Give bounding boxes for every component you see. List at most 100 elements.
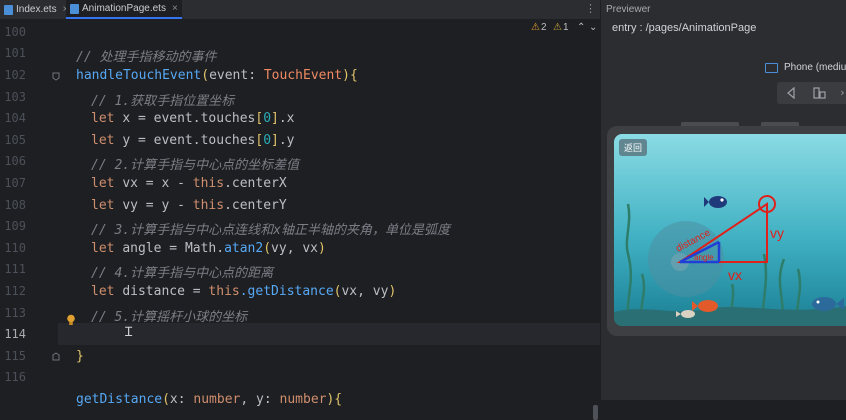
prop: .y	[278, 133, 295, 148]
back-arrow-icon[interactable]	[785, 87, 797, 99]
weak-warning-icon[interactable]: ⚠	[553, 22, 562, 33]
phone-icon	[765, 62, 778, 73]
keyword: let	[91, 111, 115, 126]
expr: event.touches	[153, 111, 256, 126]
param: event	[209, 68, 249, 83]
keyword: this	[192, 198, 225, 213]
previewer-panel: Previewer entry : /pages/AnimationPage P…	[600, 0, 846, 400]
device-name: Phone (mediu	[784, 62, 846, 73]
previewer-route: entry : /pages/AnimationPage	[612, 22, 757, 34]
line-number: 100	[4, 25, 26, 39]
code-line: handleTouchEvent(event: TouchEvent){	[76, 68, 358, 83]
code-comment: // 4.计算手指与中心点的距离	[91, 266, 274, 281]
code-line: let distance = this.getDistance(vx, vy)	[91, 284, 397, 299]
var: angle	[122, 241, 162, 256]
prop: .centerY	[224, 198, 287, 213]
editor-tab-bar: Index.ets × AnimationPage.ets × ⋮	[0, 0, 600, 20]
object: Math.	[184, 241, 225, 256]
var: x	[122, 111, 131, 126]
tab-label: AnimationPage.ets	[82, 3, 166, 14]
vy-label: vy	[770, 225, 784, 241]
args: vy, vx	[271, 241, 319, 256]
chevron-up-icon[interactable]: ⌃	[577, 22, 585, 33]
code-editor[interactable]: ⚠ 2 ⚠ 1 ⌃ ⌄ 100 101 102 103 104 105 106 …	[0, 20, 600, 420]
device-selector[interactable]: Phone (mediu	[765, 62, 846, 73]
line-number-gutter: 100 101 102 103 104 105 106 107 108 109 …	[0, 20, 75, 400]
var: vx	[122, 176, 138, 191]
line-number: 116	[4, 370, 26, 384]
line-number: 111	[4, 262, 26, 276]
var: vy	[122, 198, 138, 213]
close-icon[interactable]: ×	[172, 3, 178, 14]
code-line: let angle = Math.atan2(vy, vx)	[91, 241, 326, 256]
line-number: 104	[4, 111, 26, 125]
function-name: .getDistance	[239, 284, 334, 299]
warning-count: 2	[541, 22, 547, 33]
line-number: 113	[4, 306, 26, 320]
fold-icon[interactable]	[52, 72, 60, 81]
ocean-scene: distance angle vx vy	[614, 134, 846, 326]
operand: y	[161, 198, 170, 213]
ets-file-icon	[70, 3, 79, 14]
operand: x	[161, 176, 170, 191]
line-number: 114	[4, 327, 26, 341]
code-line: let y = event.touches[0].y	[91, 133, 295, 148]
function-name: handleTouchEvent	[76, 68, 202, 83]
line-number: 106	[4, 154, 26, 168]
line-number: 115	[4, 349, 26, 363]
keyword: let	[91, 198, 115, 213]
fold-icon[interactable]	[52, 352, 60, 361]
line-number: 107	[4, 176, 26, 190]
more-icon[interactable]: ›	[839, 86, 846, 99]
current-line-highlight	[0, 323, 600, 345]
closing-brace: }	[76, 349, 84, 364]
code-comment: // 3.计算手指与中心点连线和x轴正半轴的夹角，单位是弧度	[91, 223, 450, 238]
weak-warning-count: 1	[563, 22, 569, 33]
code-line: let vy = y - this.centerY	[91, 198, 287, 213]
keyword: let	[91, 284, 115, 299]
ets-file-icon	[4, 4, 13, 15]
line-number: 112	[4, 284, 26, 298]
warning-icon[interactable]: ⚠	[531, 22, 540, 33]
back-button[interactable]: 返回	[619, 139, 648, 156]
keyword: let	[91, 176, 115, 191]
line-number: 105	[4, 133, 26, 147]
var: y	[122, 133, 131, 148]
args: vx, vy	[341, 284, 389, 299]
keyword: this	[208, 284, 240, 299]
more-tabs-icon[interactable]: ⋮	[585, 2, 596, 15]
line-number: 110	[4, 241, 26, 255]
var: distance	[122, 284, 185, 299]
text-cursor-icon: Ɪ	[125, 325, 133, 340]
editor-scrollbar[interactable]	[593, 405, 598, 420]
tab-animationpage-ets[interactable]: AnimationPage.ets ×	[66, 0, 182, 19]
function-name: atan2	[224, 241, 264, 256]
prop: .x	[278, 111, 295, 126]
line-number: 108	[4, 198, 26, 212]
chevron-down-icon[interactable]: ⌄	[589, 22, 597, 33]
bulb-icon[interactable]	[66, 314, 76, 326]
number: 0	[263, 133, 272, 148]
tab-label: Index.ets	[16, 4, 57, 15]
keyword: let	[91, 133, 115, 148]
tab-index-ets[interactable]: Index.ets ×	[4, 0, 68, 19]
code-line: let vx = x - this.centerX	[91, 176, 287, 191]
device-screen[interactable]: distance angle vx vy 返回	[614, 134, 846, 326]
angle-label: angle	[694, 253, 714, 262]
split-view-icon[interactable]	[813, 87, 827, 99]
line-number: 101	[4, 46, 26, 60]
line-number: 103	[4, 90, 26, 104]
keyword: this	[192, 176, 225, 191]
prop: .centerX	[224, 176, 287, 191]
code-comment: // 处理手指移动的事件	[76, 50, 217, 65]
previewer-title: Previewer	[606, 4, 651, 15]
code-comment: // 2.计算手指与中心点的坐标差值	[91, 158, 300, 173]
line-number: 102	[4, 68, 26, 82]
line-number: 109	[4, 219, 26, 233]
code-comment: // 1.获取手指位置坐标	[91, 94, 235, 109]
previewer-controls: ›	[777, 82, 846, 104]
type: TouchEvent	[263, 68, 343, 83]
code-comment: // 5.计算摇杆小球的坐标	[91, 310, 248, 325]
number: 0	[263, 111, 272, 126]
expr: event.touches	[153, 133, 256, 148]
